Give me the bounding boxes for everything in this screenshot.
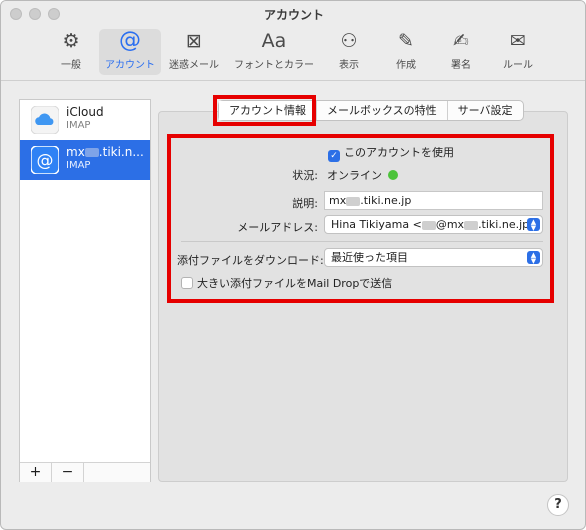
toolbar-general[interactable]: ⚙ 一般: [51, 29, 91, 75]
account-item-tiki[interactable]: @ mx .tiki.n... IMAP: [20, 140, 150, 180]
compose-icon: ✎: [398, 30, 414, 52]
toolbar-composing[interactable]: ✎ 作成: [386, 29, 426, 75]
toolbar-accounts[interactable]: @ アカウント: [99, 29, 161, 75]
preferences-window: アカウント ⚙ 一般 @ アカウント ⊠ 迷惑メール Aa フォントとカラー ⚇…: [0, 0, 586, 530]
tab-mailbox-behaviors[interactable]: メールボックスの特性: [316, 101, 447, 120]
account-name: iCloud: [66, 105, 104, 119]
toolbar-label: アカウント: [105, 60, 155, 71]
account-list: iCloud IMAP @ mx .tiki.n... IMAP: [19, 99, 151, 482]
svg-text:@: @: [37, 151, 54, 171]
window-title: アカウント: [263, 8, 324, 22]
toolbar-junk[interactable]: ⊠ 迷惑メール: [165, 29, 223, 75]
redacted-block: [84, 148, 99, 157]
toolbar-fonts-colors[interactable]: Aa フォントとカラー: [229, 29, 319, 75]
account-item-icloud[interactable]: iCloud IMAP: [20, 100, 150, 140]
remove-account-button[interactable]: −: [52, 463, 84, 482]
highlight-box-settings: [167, 134, 554, 303]
at-account-icon: @: [30, 145, 60, 175]
toolbar-signatures[interactable]: ✍ 署名: [441, 29, 481, 75]
toolbar-viewing[interactable]: ⚇ 表示: [329, 29, 369, 75]
toolbar-rules[interactable]: ✉ ルール: [497, 29, 539, 75]
fonts-icon: Aa: [261, 30, 287, 52]
account-type: IMAP: [66, 160, 91, 171]
rules-icon: ✉: [510, 30, 526, 52]
glasses-icon: ⚇: [340, 30, 358, 52]
junk-icon: ⊠: [186, 30, 202, 52]
gear-icon: ⚙: [62, 30, 80, 52]
at-icon: @: [119, 28, 141, 53]
help-button[interactable]: ?: [547, 494, 569, 516]
account-type: IMAP: [66, 120, 91, 131]
toolbar-label: 表示: [339, 60, 359, 71]
account-list-controls: + −: [20, 462, 150, 482]
toolbar-label: ルール: [503, 60, 533, 71]
toolbar-label: 迷惑メール: [169, 60, 219, 71]
titlebar: アカウント ⚙ 一般 @ アカウント ⊠ 迷惑メール Aa フォントとカラー ⚇…: [1, 1, 585, 81]
toolbar-label: 作成: [396, 60, 416, 71]
tab-server-settings[interactable]: サーバ設定: [446, 101, 523, 120]
toolbar-label: 署名: [451, 60, 471, 71]
icloud-icon: [30, 105, 60, 135]
signature-icon: ✍: [453, 30, 469, 52]
toolbar-label: フォントとカラー: [234, 60, 314, 71]
highlight-box-tab: [213, 95, 316, 126]
toolbar-label: 一般: [61, 60, 81, 71]
account-name: mx .tiki.n...: [66, 145, 144, 159]
add-account-button[interactable]: +: [20, 463, 52, 482]
